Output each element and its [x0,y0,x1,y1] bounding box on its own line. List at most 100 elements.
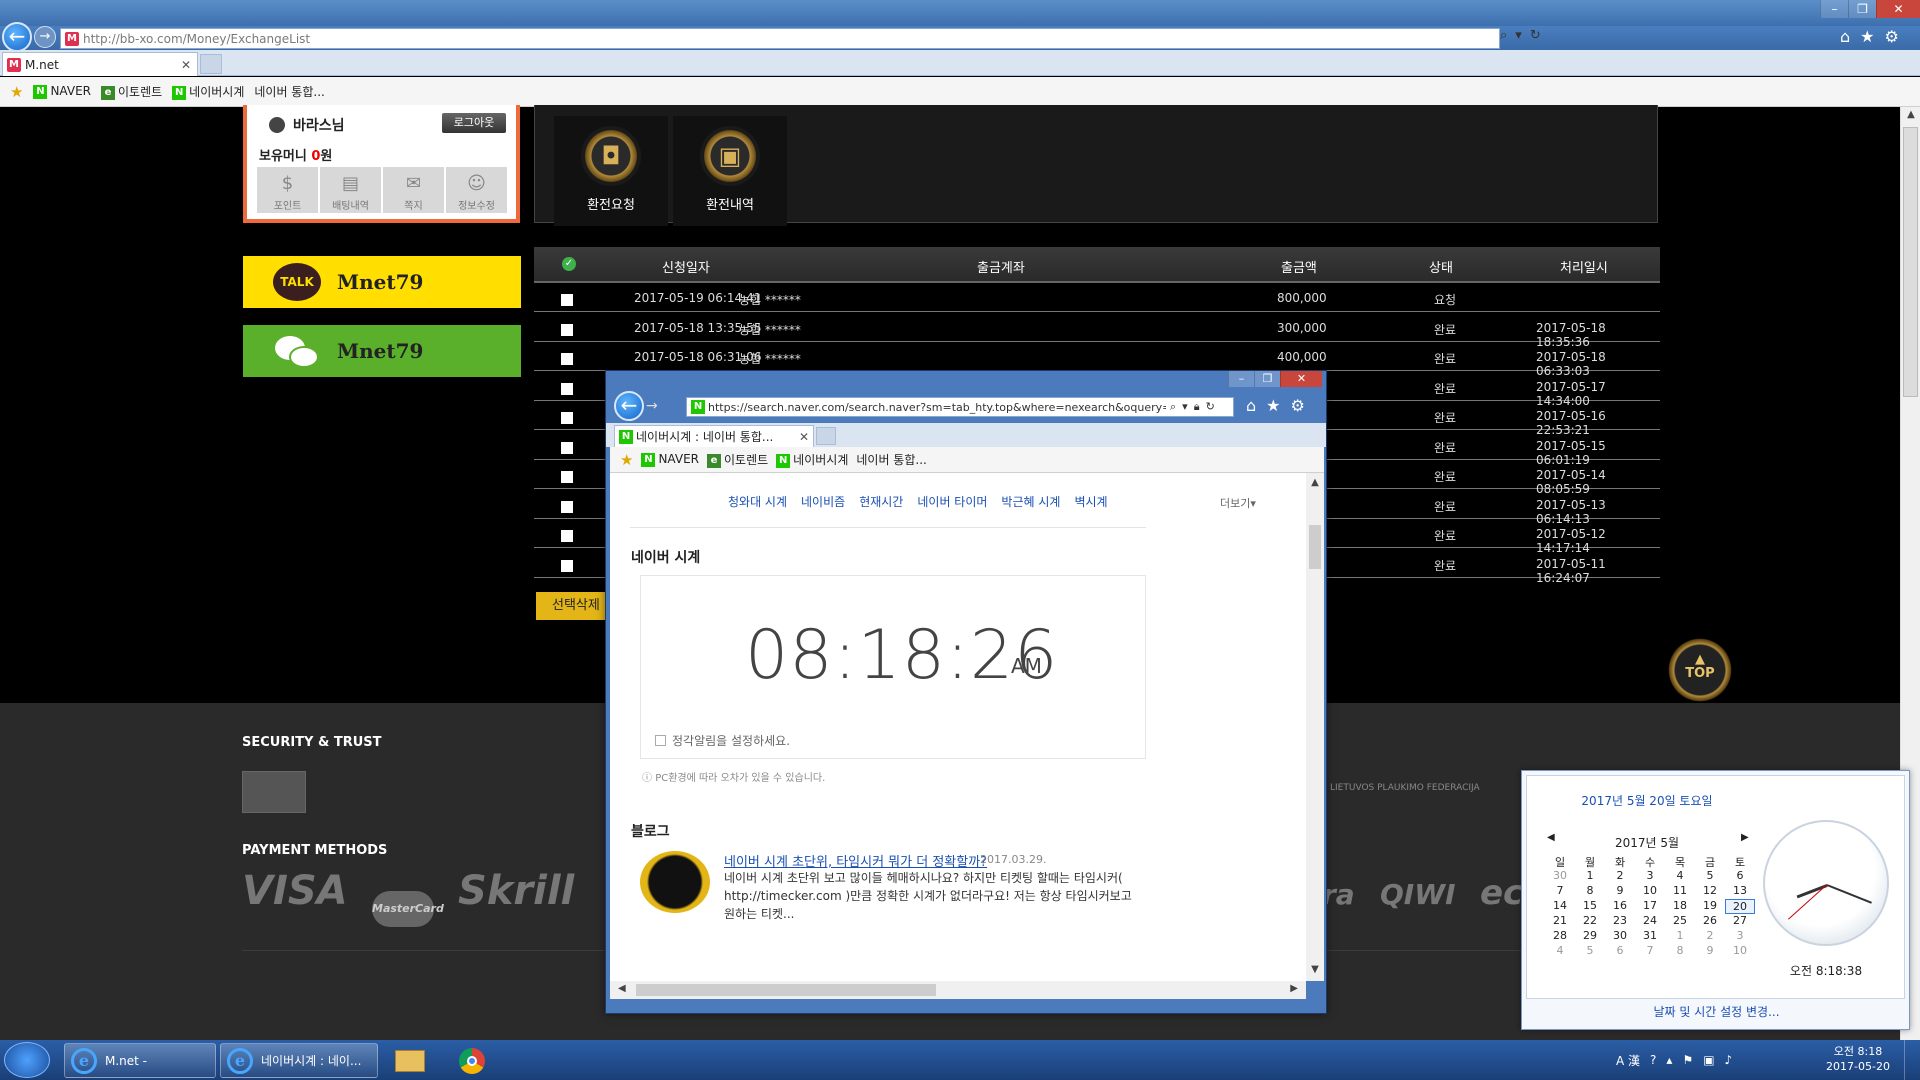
calendar-day[interactable]: 4 [1665,869,1695,884]
exchange-request-button[interactable]: ◘ 환전요청 [554,116,668,226]
calendar-day[interactable]: 30 [1605,929,1635,944]
settings-gear-icon[interactable]: ⚙ [1885,27,1899,46]
taskbar-chrome[interactable] [446,1043,498,1078]
popup-address-bar[interactable]: N https://search.naver.com/search.naver?… [686,397,1234,417]
kakaotalk-contact-button[interactable]: TALK Mnet79 [243,256,521,308]
taskbar-item-naver-clock[interactable]: e 네이버시계 : 네이... [220,1043,378,1078]
close-button[interactable]: ✕ [1876,0,1920,18]
calendar-day[interactable]: 10 [1725,944,1755,959]
dropdown-arrow-icon[interactable]: ▾ [1515,28,1522,43]
calendar-day[interactable]: 20 [1725,899,1755,914]
alarm-checkbox[interactable] [655,735,666,746]
calendar-day[interactable]: 12 [1695,884,1725,899]
show-hidden-icons-icon[interactable]: ▴ [1666,1053,1672,1067]
tab-close-icon[interactable]: ✕ [181,58,191,72]
help-icon[interactable]: ? [1650,1053,1656,1067]
refresh-icon[interactable]: ↻ [1530,28,1541,43]
taskbar-item-mnet[interactable]: e M.net - [64,1043,216,1078]
row-checkbox[interactable] [561,559,573,572]
scroll-thumb[interactable] [636,984,936,996]
change-date-time-link[interactable]: 날짜 및 시간 설정 변경... [1522,995,1911,1029]
menu-betting-history[interactable]: ▤ 배팅내역 [320,167,381,213]
popup-horizontal-scrollbar[interactable]: ◀ ▶ [610,981,1306,999]
calendar-day[interactable]: 9 [1695,944,1725,959]
logout-button[interactable]: 로그아웃 [442,113,506,133]
related-link[interactable]: 현재시간 [859,493,903,510]
calendar-day[interactable]: 25 [1665,914,1695,929]
tab-close-icon[interactable]: ✕ [799,430,809,444]
exchange-history-button[interactable]: ▣ 환전내역 [673,116,787,226]
row-checkbox[interactable] [561,353,573,365]
ime-indicator[interactable]: A 漢 [1616,1052,1640,1069]
row-checkbox[interactable] [561,382,573,395]
favorites-star-icon[interactable]: ★ [10,83,23,101]
calendar-day[interactable]: 14 [1545,899,1575,914]
restore-button[interactable]: ❐ [1848,0,1876,18]
tab-naver-clock[interactable]: N 네이버시계 : 네이버 통합... ✕ [614,425,814,447]
fav-naver-clock[interactable]: N 네이버시계 [172,83,244,100]
menu-edit-profile[interactable]: ☺ 정보수정 [446,167,507,213]
row-checkbox[interactable] [561,500,573,513]
delete-selected-button[interactable]: 선택삭제 [536,592,606,620]
calendar-day[interactable]: 4 [1545,944,1575,959]
fav-etorrent[interactable]: e 이토렌트 [707,451,768,468]
calendar-day[interactable]: 2 [1695,929,1725,944]
calendar-day[interactable]: 7 [1635,944,1665,959]
scroll-thumb[interactable] [1903,127,1918,397]
calendar-day[interactable]: 1 [1575,869,1605,884]
fav-naver[interactable]: N NAVER [33,84,91,99]
scroll-thumb[interactable] [1309,525,1321,569]
network-icon[interactable]: ▣ [1703,1053,1714,1067]
calendar-day[interactable]: 10 [1635,884,1665,899]
row-checkbox[interactable] [561,471,573,483]
calendar-month[interactable]: 2017년 5월 [1547,834,1747,851]
row-checkbox[interactable] [561,441,573,454]
hourly-alarm-toggle[interactable]: 정각알림을 설정하세요. [655,732,790,749]
row-checkbox[interactable] [561,323,573,336]
settings-gear-icon[interactable]: ⚙ [1291,396,1305,415]
favorites-star-icon[interactable]: ★ [620,451,633,469]
select-all-check-icon[interactable]: ✓ [562,257,576,271]
calendar-day[interactable]: 9 [1605,884,1635,899]
fav-naver-clock[interactable]: N 네이버시계 [776,451,848,468]
calendar-day[interactable]: 29 [1575,929,1605,944]
blog-post-link[interactable]: 네이버 시계 초단위, 타임시커 뭐가 더 정확할까? [724,851,987,870]
calendar-day[interactable]: 26 [1695,914,1725,929]
scroll-left-icon[interactable]: ◀ [618,983,626,994]
calendar-day[interactable]: 24 [1635,914,1665,929]
calendar-day[interactable]: 18 [1665,899,1695,914]
related-link[interactable]: 네이버 타이머 [917,493,987,510]
minimize-button[interactable]: – [1820,0,1848,18]
calendar-day[interactable]: 21 [1545,914,1575,929]
next-month-icon[interactable]: ▶ [1741,832,1749,843]
more-link[interactable]: 더보기▾ [1220,495,1256,511]
calendar-day[interactable]: 19 [1695,899,1725,914]
menu-messages[interactable]: ✉ 쪽지 [383,167,444,213]
related-link[interactable]: 네이비즘 [801,493,845,510]
calendar-day[interactable]: 23 [1605,914,1635,929]
calendar-day[interactable]: 17 [1635,899,1665,914]
home-icon[interactable]: ⌂ [1246,396,1256,415]
calendar-day[interactable]: 5 [1695,869,1725,884]
calendar-day[interactable]: 15 [1575,899,1605,914]
calendar-day[interactable]: 8 [1665,944,1695,959]
address-bar[interactable]: M http://bb-xo.com/Money/ExchangeList [60,28,1500,49]
start-button[interactable] [4,1042,50,1078]
blog-thumbnail[interactable] [640,851,710,913]
favorites-star-icon[interactable]: ★ [1860,27,1874,46]
popup-forward-button[interactable]: → [646,397,664,415]
calendar-date-header[interactable]: 2017년 5월 20일 토요일 [1527,792,1767,809]
popup-close-button[interactable]: ✕ [1280,371,1322,387]
show-desktop-button[interactable] [1904,1040,1920,1080]
calendar-day[interactable]: 16 [1605,899,1635,914]
forward-button[interactable]: → [34,26,56,48]
related-link[interactable]: 벽시계 [1074,493,1107,510]
scroll-top-button[interactable]: ▲ TOP [1665,635,1735,705]
fav-etorrent[interactable]: e 이토렌트 [101,83,162,100]
refresh-icon[interactable]: ↻ [1206,400,1215,414]
new-tab-button[interactable] [200,54,222,74]
calendar-day[interactable]: 8 [1575,884,1605,899]
related-link[interactable]: 청와대 시계 [728,493,787,510]
calendar-day[interactable]: 6 [1605,944,1635,959]
favorites-star-icon[interactable]: ★ [1266,396,1280,415]
